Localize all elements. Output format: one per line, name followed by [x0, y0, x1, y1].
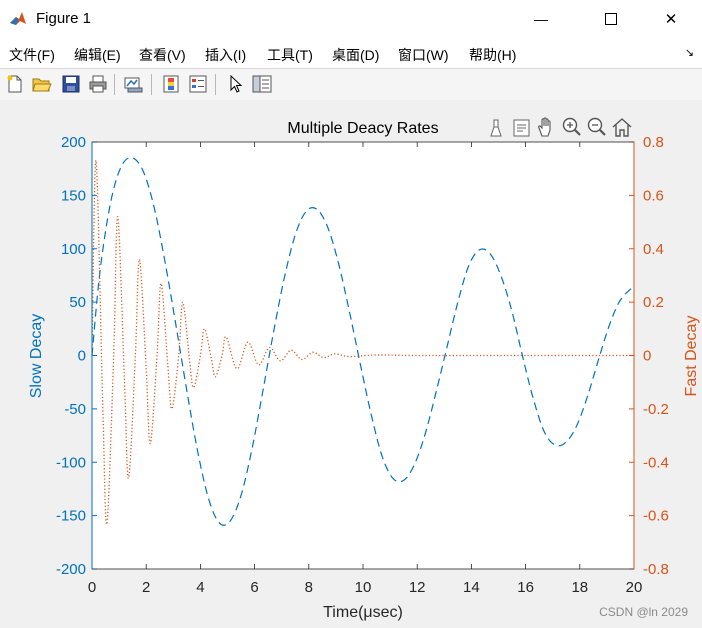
y-left-tick-label: -100	[56, 454, 86, 471]
toolbar-separator	[151, 74, 152, 95]
y-right-tick-label: 0.8	[643, 134, 664, 151]
chart: 0 2 4 6 8 10 12 14 16 18 20 -200 -150 -100 -50 0 50 100 15…	[28, 117, 700, 621]
y-left-tick-label: -150	[56, 508, 86, 525]
menu-view[interactable]: 查看(V)	[139, 45, 186, 65]
menu-tools[interactable]: 工具(T)	[267, 45, 313, 65]
new-figure-icon	[7, 75, 22, 93]
edit-plot-cursor-icon	[230, 75, 243, 93]
y-right-tick-label: 0.4	[643, 241, 664, 258]
close-button[interactable]: ✕	[648, 0, 694, 38]
x-tick-label: 2	[142, 579, 150, 596]
save-button[interactable]	[60, 73, 82, 95]
y-right-tick-label: -0.4	[643, 454, 669, 471]
x-tick-label: 10	[355, 579, 372, 596]
home-icon[interactable]	[612, 118, 632, 137]
x-tick-label: 4	[196, 579, 204, 596]
x-axis-label: Time(μsec)	[323, 604, 403, 621]
maximize-button[interactable]	[588, 0, 634, 38]
link-plot-icon	[124, 77, 143, 93]
x-tick-label: 18	[571, 579, 588, 596]
minimize-button[interactable]: —	[518, 0, 564, 38]
y-axis-label-left: Slow Decay	[28, 314, 45, 398]
new-figure-button[interactable]	[4, 73, 26, 95]
open-file-icon	[32, 78, 52, 92]
insert-colorbar-icon	[163, 75, 179, 93]
x-tick-label: 20	[626, 579, 643, 596]
toolbar-separator	[114, 74, 115, 95]
y-right-tick-label: 0.2	[643, 294, 664, 311]
y-right-tick-label: -0.8	[643, 561, 669, 578]
pan-hand-icon[interactable]	[538, 117, 551, 137]
window-titlebar: Figure 1 — ✕	[0, 0, 702, 38]
zoom-in-icon[interactable]	[562, 117, 581, 136]
y-left-tick-label: 100	[61, 241, 86, 258]
insert-legend-icon	[189, 75, 207, 93]
menu-bar: 文件(F) 编辑(E) 查看(V) 插入(I) 工具(T) 桌面(D) 窗口(W…	[0, 38, 702, 68]
x-tick-label: 12	[409, 579, 426, 596]
brush-icon[interactable]	[490, 119, 502, 137]
y-left-tick-label: 50	[69, 294, 86, 311]
insert-colorbar-button[interactable]	[160, 73, 182, 95]
close-icon: ✕	[664, 11, 678, 28]
x-tick-label: 0	[88, 579, 96, 596]
menu-desktop[interactable]: 桌面(D)	[332, 45, 379, 65]
y-left-tick-label: 200	[61, 134, 86, 151]
x-tick-label: 6	[250, 579, 258, 596]
x-tick-label: 16	[517, 579, 534, 596]
window-title: Figure 1	[36, 10, 92, 27]
link-plot-button[interactable]	[122, 73, 144, 95]
menu-window[interactable]: 窗口(W)	[398, 45, 449, 65]
axes-toolbar	[490, 117, 632, 137]
y-right-tick-label: -0.6	[643, 508, 669, 525]
insert-legend-button[interactable]	[187, 73, 209, 95]
open-file-button[interactable]	[31, 73, 53, 95]
zoom-out-icon[interactable]	[587, 117, 606, 136]
menu-file[interactable]: 文件(F)	[9, 45, 55, 65]
minimize-icon: —	[534, 11, 548, 27]
y-right-tick-label: 0.6	[643, 187, 664, 204]
menu-edit[interactable]: 编辑(E)	[74, 45, 121, 65]
y-left-tick-label: 150	[61, 187, 86, 204]
y-right-tick-label: 0	[643, 348, 651, 365]
watermark-text: CSDN @ln 2029	[599, 605, 688, 619]
toolbar-separator	[215, 74, 216, 95]
chart-title: Multiple Deacy Rates	[287, 120, 438, 137]
matlab-logo-icon	[8, 9, 28, 29]
y-axis-label-right: Fast Decay	[683, 316, 700, 397]
x-tick-label: 14	[463, 579, 480, 596]
save-icon	[62, 75, 80, 93]
maximize-icon	[605, 13, 617, 25]
edit-plot-button[interactable]	[225, 73, 247, 95]
y-left-tick-label: -200	[56, 561, 86, 578]
y-right-tick-label: -0.2	[643, 401, 669, 418]
menu-help[interactable]: 帮助(H)	[469, 45, 516, 65]
print-button[interactable]	[87, 73, 109, 95]
print-icon	[89, 75, 107, 93]
x-tick-label: 8	[305, 579, 313, 596]
menu-insert[interactable]: 插入(I)	[205, 45, 246, 65]
property-inspector-icon	[252, 75, 272, 93]
figure-toolbar	[0, 68, 702, 101]
y-left-tick-label: -50	[64, 401, 86, 418]
data-tips-icon[interactable]	[513, 119, 530, 137]
property-inspector-button[interactable]	[251, 73, 273, 95]
y-left-tick-label: 0	[78, 348, 86, 365]
menu-overflow-icon[interactable]: ↘	[685, 46, 694, 59]
